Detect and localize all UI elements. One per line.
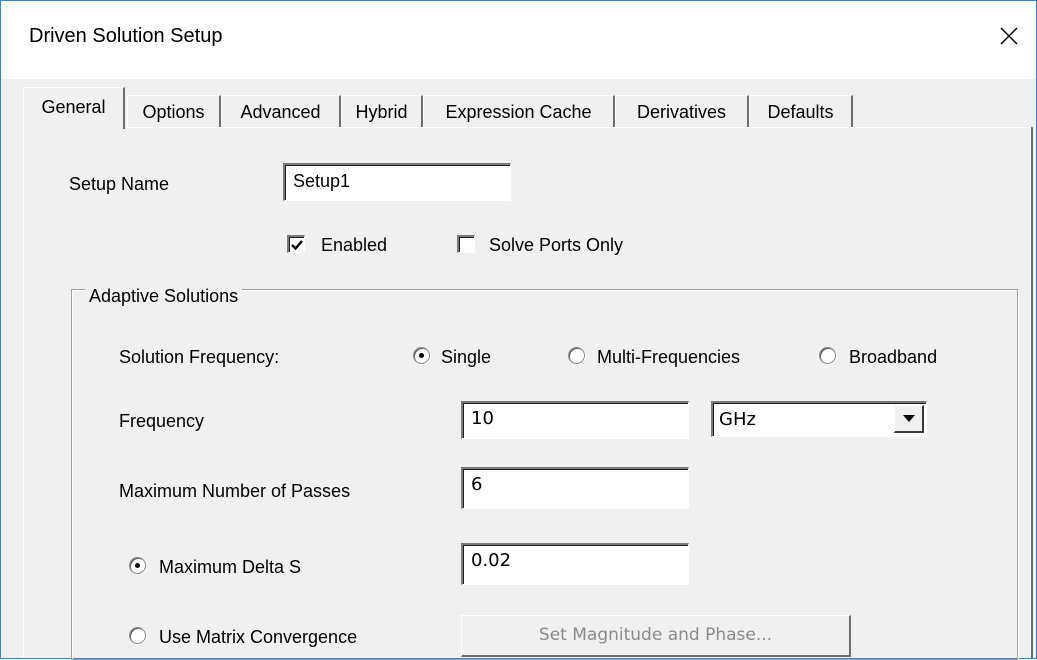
frequency-unit-select[interactable]: GHz xyxy=(711,401,927,437)
frequency-value: 10 xyxy=(471,408,494,429)
setup-name-label: Setup Name xyxy=(69,174,170,194)
tab-label: General xyxy=(41,97,106,117)
single-radio[interactable] xyxy=(413,347,430,364)
solve-ports-only-checkbox[interactable] xyxy=(457,235,475,253)
frequency-label: Frequency xyxy=(119,411,205,431)
matrix-convergence-label: Use Matrix Convergence xyxy=(159,627,358,647)
enabled-checkbox[interactable] xyxy=(287,235,305,253)
tab-options[interactable]: Options xyxy=(127,95,221,127)
dialog-window: Driven Solution Setup General Options Ad… xyxy=(0,0,1037,660)
set-magnitude-phase-button[interactable]: Set Magnitude and Phase... xyxy=(461,615,851,657)
close-icon[interactable] xyxy=(992,19,1026,53)
title-bar[interactable]: Driven Solution Setup xyxy=(1,1,1036,79)
max-delta-s-label: Maximum Delta S xyxy=(159,557,302,577)
set-magnitude-phase-label: Set Magnitude and Phase... xyxy=(538,625,773,645)
checkmark-icon xyxy=(291,240,303,251)
max-delta-s-value: 0.02 xyxy=(471,550,512,571)
chevron-down-icon xyxy=(903,415,915,422)
tab-label: Derivatives xyxy=(636,102,727,122)
tab-expression-cache[interactable]: Expression Cache xyxy=(423,95,615,127)
broadband-label: Broadband xyxy=(849,347,938,367)
tab-label: Defaults xyxy=(767,102,834,122)
tab-label: Hybrid xyxy=(355,102,408,122)
setup-name-value: Setup1 xyxy=(293,171,351,191)
adaptive-solutions-title: Adaptive Solutions xyxy=(85,286,243,306)
dropdown-button[interactable] xyxy=(894,405,924,433)
max-passes-label: Maximum Number of Passes xyxy=(119,481,351,501)
tab-advanced[interactable]: Advanced xyxy=(221,95,341,127)
panel-edge xyxy=(1031,127,1033,658)
matrix-convergence-radio[interactable] xyxy=(129,627,146,644)
solution-frequency-label: Solution Frequency: xyxy=(119,347,280,367)
multi-frequencies-label: Multi-Frequencies xyxy=(597,347,741,367)
frequency-unit-value: GHz xyxy=(719,409,756,430)
setup-name-input[interactable]: Setup1 xyxy=(283,163,511,201)
frequency-input[interactable]: 10 xyxy=(461,401,689,439)
max-delta-s-radio[interactable] xyxy=(129,557,146,574)
max-passes-input[interactable]: 6 xyxy=(461,467,689,509)
tab-label: Advanced xyxy=(240,102,321,122)
tab-hybrid[interactable]: Hybrid xyxy=(341,95,423,127)
tab-derivatives[interactable]: Derivatives xyxy=(615,95,749,127)
tab-defaults[interactable]: Defaults xyxy=(749,95,853,127)
single-label: Single xyxy=(441,347,492,367)
solve-ports-only-label: Solve Ports Only xyxy=(489,235,624,255)
max-delta-s-input[interactable]: 0.02 xyxy=(461,543,689,585)
tab-general[interactable]: General xyxy=(23,87,125,129)
broadband-radio[interactable] xyxy=(819,347,836,364)
window-title: Driven Solution Setup xyxy=(29,25,223,47)
tab-label: Options xyxy=(142,102,205,122)
multi-frequencies-radio[interactable] xyxy=(568,347,585,364)
max-passes-value: 6 xyxy=(471,474,483,495)
enabled-label: Enabled xyxy=(321,235,388,255)
tab-label: Expression Cache xyxy=(445,102,592,122)
